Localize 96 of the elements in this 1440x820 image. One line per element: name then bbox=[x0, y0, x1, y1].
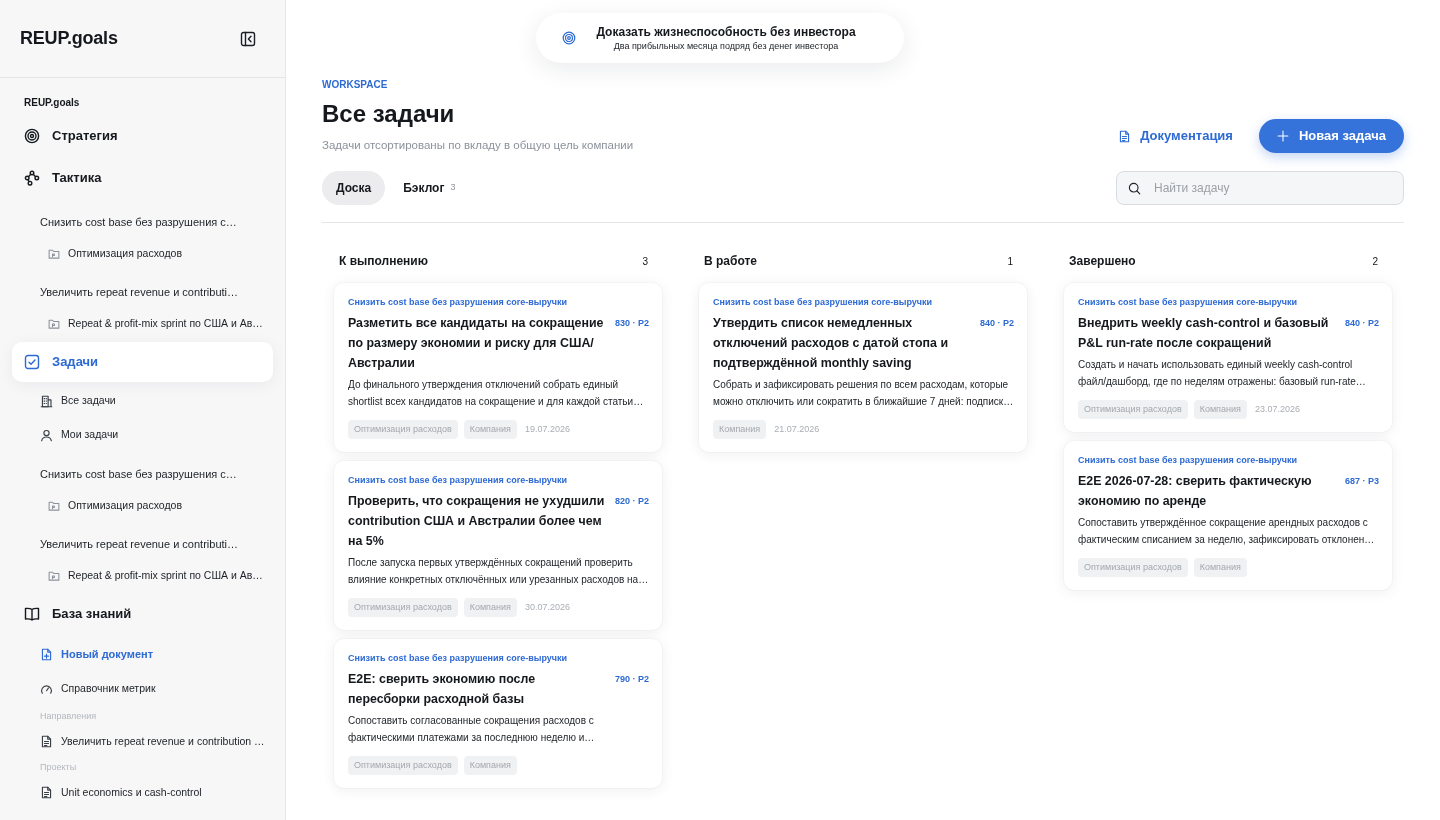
task-title: E2E: сверить экономию после пересборки расходной базы bbox=[348, 671, 537, 708]
sidebar-goal-link[interactable]: Увеличить repeat revenue и contributi… bbox=[12, 270, 273, 308]
sidebar-item[interactable]: База знаний bbox=[12, 594, 273, 634]
tag: Компания bbox=[1193, 558, 1247, 577]
new-document-link[interactable]: Новый документ bbox=[12, 636, 273, 672]
sidebar-document-link[interactable]: Увеличить repeat revenue и contribution … bbox=[12, 726, 273, 757]
folder-icon bbox=[48, 248, 60, 260]
new-task-button[interactable]: Новая задача bbox=[1258, 119, 1404, 153]
column-count: 2 bbox=[1372, 254, 1378, 269]
target-icon bbox=[24, 128, 40, 144]
column-title: К выполнению bbox=[339, 253, 428, 270]
task-score: 840 · P2 bbox=[1344, 317, 1379, 330]
due-date: 23.07.2026 bbox=[1254, 402, 1300, 416]
sidebar-project-link[interactable]: Repeat & profit-mix sprint по США и Ав… bbox=[12, 308, 273, 340]
sidebar-goal-link[interactable]: Снизить cost base без разрушения с… bbox=[12, 200, 273, 238]
task-description: Сопоставить утверждённое сокращение арендных расходов с фактическим списанием за неделю, зафиксировать отклонен… bbox=[1078, 516, 1376, 547]
tag: Оптимизация расходов bbox=[1078, 558, 1188, 577]
card-goal-label: Снизить cost base без разрушения core-выручки bbox=[713, 296, 934, 309]
document-icon bbox=[40, 735, 53, 748]
sidebar-project-link[interactable]: Repeat & profit-mix sprint по США и Ав… bbox=[12, 560, 273, 592]
column-count: 3 bbox=[642, 254, 648, 269]
task-description: Собрать и зафиксировать решения по всем расходам, которые можно отключить или сократить в ближайшие 7 дней: подписк… bbox=[713, 378, 1015, 409]
gauge-icon bbox=[40, 682, 53, 696]
banner-title: Доказать жизнеспособность без инвестора bbox=[595, 24, 857, 40]
folder-icon bbox=[48, 318, 60, 330]
tag: Компания bbox=[463, 598, 517, 617]
card-goal-label: Снизить cost base без разрушения core-выручки bbox=[1078, 296, 1299, 309]
sidebar-project-link[interactable]: Оптимизация расходов bbox=[12, 490, 273, 522]
sidebar-link[interactable]: Мои задачи bbox=[12, 418, 273, 452]
nodes-icon bbox=[24, 170, 40, 186]
sidebar-item[interactable]: Стратегия bbox=[12, 116, 273, 156]
tag: Оптимизация расходов bbox=[1078, 400, 1188, 419]
task-title: Проверить, что сокращения не ухудшили contribution США и Австралии более чем на 5% bbox=[348, 493, 606, 550]
checkbox-icon bbox=[24, 354, 40, 370]
task-title: Разметить все кандидаты на сокращение по размеру экономии и риску для США/Австралии bbox=[348, 315, 605, 372]
task-score: 790 · P2 bbox=[614, 673, 649, 686]
task-title: Утвердить список немедленных отключений расходов с датой стопа и подтверждённой monthly saving bbox=[713, 315, 949, 372]
task-description: Сопоставить согласованные сокращения расходов с фактическими платежами за последнюю неделю и… bbox=[348, 714, 596, 745]
due-date: 19.07.2026 bbox=[524, 422, 570, 436]
task-title: E2E 2026-07-28: сверить фактическую экономию по аренде bbox=[1078, 473, 1313, 510]
task-description: После запуска первых утверждённых сокращений проверить влияние конкретных отключённых или урезанных расходов на… bbox=[348, 556, 650, 587]
search-field[interactable]: Найти задачу bbox=[1116, 171, 1404, 205]
workspace-label: REUP.goals bbox=[23, 96, 81, 110]
tab[interactable]: Бэклог 3 bbox=[389, 171, 470, 205]
tab[interactable]: Доска bbox=[322, 171, 386, 205]
banner-subtitle: Два прибыльных месяца подряд без денег инвестора bbox=[612, 40, 840, 52]
page-subtitle: Задачи отсортированы по вкладу в общую цель компании bbox=[322, 138, 634, 153]
collapse-sidebar-icon[interactable] bbox=[240, 30, 256, 47]
brand-name: REUP.goals bbox=[20, 27, 118, 50]
target-icon bbox=[562, 31, 576, 45]
folder-icon bbox=[48, 570, 60, 582]
tag: Компания bbox=[463, 756, 517, 775]
tag: Компания bbox=[1193, 400, 1247, 419]
user-icon bbox=[40, 428, 53, 442]
file-plus-icon bbox=[40, 647, 53, 661]
due-date: 21.07.2026 bbox=[774, 422, 820, 436]
sidebar-document-link[interactable]: Unit economics и cash-control bbox=[12, 777, 273, 808]
task-title: Внедрить weekly cash-control и базовый P&L run-rate после сокращений bbox=[1078, 315, 1330, 352]
search-icon bbox=[1128, 182, 1141, 195]
sidebar-goal-link[interactable]: Снизить cost base без разрушения с… bbox=[12, 452, 273, 490]
plus-icon bbox=[1276, 130, 1289, 142]
card-goal-label: Снизить cost base без разрушения core-выручки bbox=[348, 474, 569, 487]
task-score: 687 · P3 bbox=[1344, 475, 1379, 488]
sidebar-group-label: Проекты bbox=[39, 761, 78, 774]
task-description: Создать и начать использовать единый weekly cash-control файл/дашборд, где по неделям отражены: базовый run-rate… bbox=[1078, 358, 1367, 389]
document-icon bbox=[1118, 129, 1132, 143]
tag: Оптимизация расходов bbox=[348, 598, 458, 617]
tag: Оптимизация расходов bbox=[348, 756, 458, 775]
page-title: Все задачи bbox=[322, 99, 456, 129]
due-date: 30.07.2026 bbox=[524, 600, 570, 614]
column-count: 1 bbox=[1007, 254, 1013, 269]
card-goal-label: Снизить cost base без разрушения core-выручки bbox=[1078, 454, 1299, 467]
book-icon bbox=[24, 606, 40, 622]
sidebar-item[interactable]: Задачи bbox=[12, 342, 273, 382]
sidebar-link[interactable]: Все задачи bbox=[12, 384, 273, 418]
column-title: В работе bbox=[704, 253, 757, 270]
sidebar-group-label: Направления bbox=[39, 710, 98, 723]
card-goal-label: Снизить cost base без разрушения core-выручки bbox=[348, 652, 569, 665]
task-score: 820 · P2 bbox=[614, 495, 649, 508]
tag: Компания bbox=[713, 420, 767, 439]
tag: Оптимизация расходов bbox=[348, 420, 458, 439]
task-score: 840 · P2 bbox=[979, 317, 1014, 330]
eyebrow-label: WORKSPACE bbox=[322, 78, 389, 92]
card-goal-label: Снизить cost base без разрушения core-выручки bbox=[348, 296, 569, 309]
sidebar-link[interactable]: Справочник метрик bbox=[12, 672, 273, 706]
sidebar-item[interactable]: Тактика bbox=[12, 158, 273, 198]
task-score: 830 · P2 bbox=[614, 317, 649, 330]
folder-icon bbox=[48, 500, 60, 512]
sidebar-goal-link[interactable]: Увеличить repeat revenue и contributi… bbox=[12, 522, 273, 560]
tag: Компания bbox=[463, 420, 517, 439]
document-icon bbox=[40, 786, 53, 799]
documentation-link[interactable]: Документация bbox=[1118, 126, 1233, 146]
task-description: До финального утверждения отключений собрать единый shortlist всех кандидатов на сокращение и для каждой статьи… bbox=[348, 378, 645, 409]
column-title: Завершено bbox=[1069, 253, 1136, 270]
sidebar-project-link[interactable]: Оптимизация расходов bbox=[12, 238, 273, 270]
building-icon bbox=[40, 394, 53, 408]
